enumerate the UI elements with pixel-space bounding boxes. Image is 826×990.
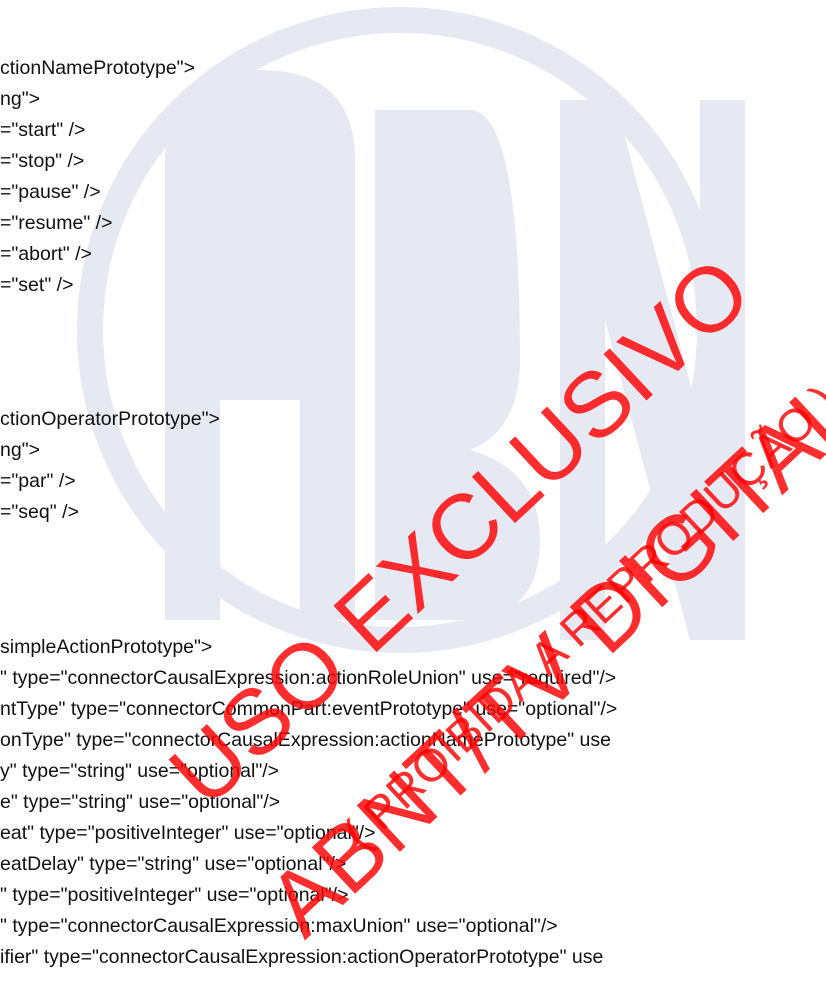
code-line: ="resume" /> bbox=[0, 212, 113, 234]
code-line: eatDelay" type="string" use="optional"/> bbox=[0, 853, 347, 875]
code-line: ="set" /> bbox=[0, 274, 74, 296]
code-line: ng"> bbox=[0, 88, 40, 110]
code-line: onType" type="connectorCausalExpression:… bbox=[0, 729, 611, 751]
code-line: eat" type="positiveInteger" use="optiona… bbox=[0, 822, 376, 844]
code-listing: ctionNamePrototype"> ng"> ="start" /> ="… bbox=[0, 0, 826, 990]
code-line: ="par" /> bbox=[0, 470, 76, 492]
code-line: ifier" type="connectorCausalExpression:a… bbox=[0, 946, 604, 968]
code-line: " type="connectorCausalExpression:action… bbox=[0, 667, 617, 689]
code-line: ="pause" /> bbox=[0, 181, 101, 203]
code-line: ="stop" /> bbox=[0, 150, 85, 172]
code-line: ctionOperatorPrototype"> bbox=[0, 408, 220, 430]
code-line: ="abort" /> bbox=[0, 243, 92, 265]
code-line: ctionNamePrototype"> bbox=[0, 57, 195, 79]
code-line: ntType" type="connectorCommonPart:eventP… bbox=[0, 698, 618, 720]
code-line: ="start" /> bbox=[0, 119, 86, 141]
code-line: " type="connectorCausalExpression:maxUni… bbox=[0, 915, 558, 937]
code-line: ="seq" /> bbox=[0, 501, 79, 523]
code-line: ng"> bbox=[0, 439, 40, 461]
code-line: e" type="string" use="optional"/> bbox=[0, 791, 281, 813]
code-line: y" type="string" use="optional"/> bbox=[0, 760, 280, 782]
code-line: " type="positiveInteger" use="optional"/… bbox=[0, 884, 349, 906]
code-line: simpleActionPrototype"> bbox=[0, 636, 213, 658]
